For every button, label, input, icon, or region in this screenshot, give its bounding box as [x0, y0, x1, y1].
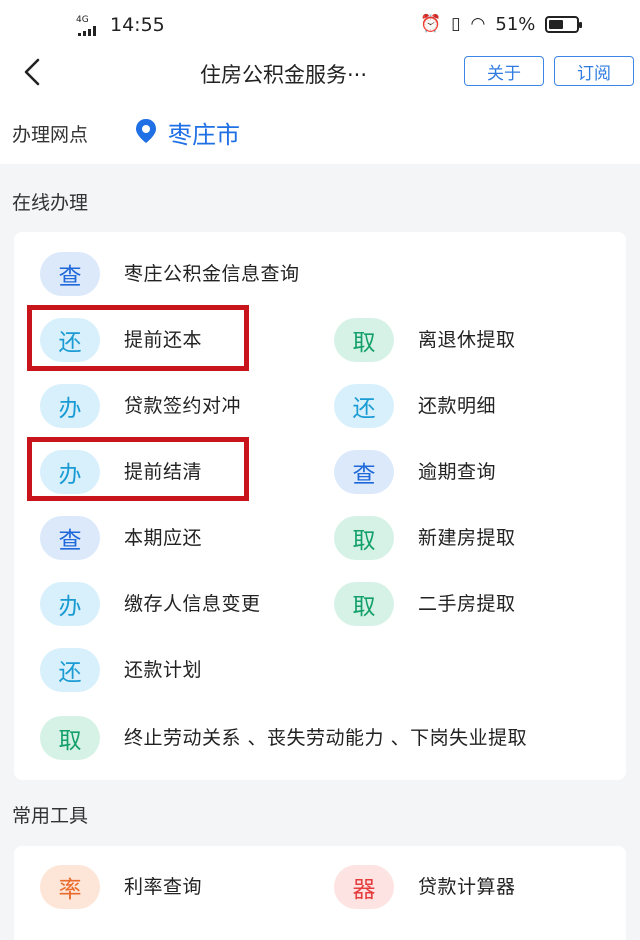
highlight-box	[27, 305, 249, 371]
status-time: 14:55	[110, 14, 165, 36]
status-bar: 4G 14:55 ⏰ ▯ ◠ 51%	[0, 0, 640, 46]
tool-item-rate-query[interactable]: 率 利率查询	[40, 865, 202, 909]
battery-percent: 51%	[495, 13, 536, 35]
calculator-badge-icon: 器	[334, 865, 394, 909]
withdraw-badge-icon: 取	[334, 582, 394, 626]
query-badge-icon: 查	[40, 516, 100, 560]
service-item-info-query[interactable]: 查 枣庄公积金信息查询	[40, 252, 300, 296]
alarm-icon: ⏰	[420, 14, 442, 34]
service-label: 还款计划	[124, 659, 203, 681]
tool-label: 贷款计算器	[418, 876, 516, 898]
about-button[interactable]: 关于	[464, 56, 544, 86]
service-item-current-due[interactable]: 查 本期应还	[40, 516, 202, 560]
query-badge-icon: 查	[334, 450, 394, 494]
service-label: 缴存人信息变更	[124, 593, 261, 615]
service-item-retirement-withdraw[interactable]: 取 离退休提取	[334, 318, 516, 362]
vibrate-icon: ▯	[451, 14, 461, 34]
tool-label: 利率查询	[124, 876, 203, 898]
service-item-overdue-query[interactable]: 查 逾期查询	[334, 450, 496, 494]
service-item-repay-plan[interactable]: 还 还款计划	[40, 648, 202, 692]
repay-badge-icon: 还	[40, 648, 100, 692]
location-pin-icon	[136, 119, 156, 143]
service-label: 二手房提取	[418, 593, 516, 615]
tool-item-loan-calculator[interactable]: 器 贷款计算器	[334, 865, 516, 909]
withdraw-badge-icon: 取	[334, 516, 394, 560]
branch-label: 办理网点	[12, 124, 89, 146]
service-item-depositor-change[interactable]: 办 缴存人信息变更	[40, 582, 261, 626]
handle-badge-icon: 办	[40, 582, 100, 626]
service-item-second-hand-withdraw[interactable]: 取 二手房提取	[334, 582, 516, 626]
tools-card: 率 利率查询 器 贷款计算器	[14, 846, 626, 940]
nav-bar: 住房公积金服务··· 关于 订阅	[0, 46, 640, 98]
handle-badge-icon: 办	[40, 384, 100, 428]
city-selector[interactable]: 枣庄市	[168, 115, 240, 150]
signal-icon	[78, 26, 104, 36]
service-label: 贷款签约对冲	[124, 395, 242, 417]
back-arrow-icon[interactable]	[16, 54, 52, 90]
network-indicator: 4G	[76, 15, 89, 25]
service-item-loan-offset[interactable]: 办 贷款签约对冲	[40, 384, 241, 428]
tools-section-title: 常用工具	[12, 805, 89, 827]
subscribe-button[interactable]: 订阅	[554, 56, 634, 86]
withdraw-badge-icon: 取	[40, 716, 100, 760]
service-label: 新建房提取	[418, 527, 516, 549]
service-label: 本期应还	[124, 527, 203, 549]
highlight-box	[27, 437, 249, 501]
repay-badge-icon: 还	[334, 384, 394, 428]
page-title: 住房公积金服务···	[200, 63, 368, 87]
battery-icon	[545, 15, 583, 33]
service-label: 还款明细	[418, 395, 497, 417]
wifi-icon: ◠	[470, 14, 486, 34]
location-bar[interactable]: 办理网点 枣庄市	[0, 98, 640, 164]
rate-badge-icon: 率	[40, 865, 100, 909]
query-badge-icon: 查	[40, 252, 100, 296]
withdraw-badge-icon: 取	[334, 318, 394, 362]
service-label: 逾期查询	[418, 461, 497, 483]
service-item-repay-detail[interactable]: 还 还款明细	[334, 384, 496, 428]
service-item-unemployment-withdraw[interactable]: 取 终止劳动关系 、丧失劳动能力 、下岗失业提取	[40, 716, 614, 760]
service-item-new-house-withdraw[interactable]: 取 新建房提取	[334, 516, 516, 560]
service-label: 离退休提取	[418, 329, 516, 351]
service-label: 终止劳动关系 、丧失劳动能力 、下岗失业提取	[124, 727, 528, 749]
online-section-title: 在线办理	[12, 192, 89, 214]
service-label: 枣庄公积金信息查询	[124, 263, 300, 285]
